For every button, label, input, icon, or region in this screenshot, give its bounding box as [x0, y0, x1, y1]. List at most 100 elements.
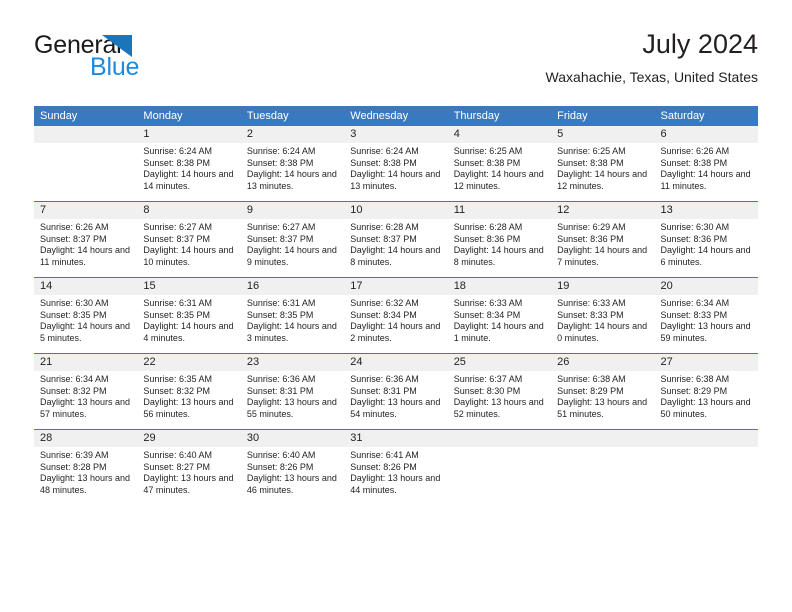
day-number: 17	[344, 278, 448, 295]
calendar-day-cell[interactable]: 19 Sunrise: 6:33 AM Sunset: 8:33 PM Dayligh…	[551, 277, 655, 354]
day-details: Sunrise: 6:36 AM Sunset: 8:31 PM Daylight:…	[241, 371, 344, 420]
sunrise-text: Sunrise: 6:40 AM	[246, 450, 316, 460]
sunset-text: Sunset: 8:28 PM	[40, 461, 107, 472]
calendar-day-cell[interactable]: 17 Sunrise: 6:32 AM Sunset: 8:34 PM Dayligh…	[344, 277, 448, 354]
daylight-text: Daylight: 13 hours and 44 minutes.	[350, 473, 441, 495]
sunrise-text: Sunrise: 6:28 AM	[350, 222, 419, 232]
day-cell-content: 11 Sunrise: 6:28 AM Sunset: 8:36 PM Dayligh…	[447, 202, 552, 277]
day-details: Sunrise: 6:30 AM Sunset: 8:35 PM Daylight:…	[34, 295, 137, 344]
sunrise-text: Sunrise: 6:33 AM	[557, 298, 626, 308]
calendar-day-cell[interactable]: 16 Sunrise: 6:31 AM Sunset: 8:35 PM Dayligh…	[240, 277, 345, 354]
day-number	[447, 430, 552, 447]
calendar-week-row: 1 Sunrise: 6:24 AM Sunset: 8:38 PM Daylight…	[34, 126, 758, 202]
sunset-text: Sunset: 8:35 PM	[40, 309, 107, 320]
day-details: Sunrise: 6:31 AM Sunset: 8:35 PM Daylight:…	[137, 295, 240, 344]
calendar-day-cell[interactable]: 6 Sunrise: 6:26 AM Sunset: 8:38 PM Daylight…	[654, 126, 758, 202]
calendar-day-cell[interactable]: 10 Sunrise: 6:28 AM Sunset: 8:37 PM Dayligh…	[344, 201, 448, 278]
sunset-text: Sunset: 8:26 PM	[350, 461, 417, 472]
calendar-day-cell[interactable]: 31 Sunrise: 6:41 AM Sunset: 8:26 PM Dayligh…	[344, 429, 448, 505]
weekday-header-wednesday: Wednesday	[344, 106, 448, 126]
calendar-day-cell[interactable]: 7 Sunrise: 6:26 AM Sunset: 8:37 PM Daylight…	[34, 201, 138, 278]
sunrise-text: Sunrise: 6:30 AM	[40, 298, 109, 308]
day-cell-content: 9 Sunrise: 6:27 AM Sunset: 8:37 PM Daylight…	[240, 202, 345, 277]
day-details: Sunrise: 6:39 AM Sunset: 8:28 PM Daylight:…	[34, 447, 137, 496]
day-cell-content: 28 Sunrise: 6:39 AM Sunset: 8:28 PM Dayligh…	[34, 430, 138, 505]
daylight-text: Daylight: 14 hours and 11 minutes.	[660, 169, 751, 191]
day-number	[551, 430, 655, 447]
day-number: 2	[240, 126, 345, 143]
calendar-day-cell[interactable]: 1 Sunrise: 6:24 AM Sunset: 8:38 PM Daylight…	[137, 126, 241, 202]
day-details: Sunrise: 6:28 AM Sunset: 8:37 PM Daylight:…	[344, 219, 447, 268]
calendar-day-cell[interactable]: 27 Sunrise: 6:38 AM Sunset: 8:29 PM Dayligh…	[654, 353, 758, 430]
day-cell-content	[447, 430, 552, 505]
day-details: Sunrise: 6:26 AM Sunset: 8:38 PM Daylight:…	[655, 143, 758, 192]
day-details: Sunrise: 6:35 AM Sunset: 8:32 PM Daylight:…	[137, 371, 240, 420]
day-number: 10	[344, 202, 448, 219]
calendar-day-cell	[551, 429, 655, 505]
day-details: Sunrise: 6:38 AM Sunset: 8:29 PM Daylight:…	[655, 371, 758, 420]
calendar-day-cell[interactable]: 12 Sunrise: 6:29 AM Sunset: 8:36 PM Dayligh…	[551, 201, 655, 278]
calendar-day-cell[interactable]: 24 Sunrise: 6:36 AM Sunset: 8:31 PM Dayligh…	[344, 353, 448, 430]
sunset-text: Sunset: 8:27 PM	[143, 461, 210, 472]
weekday-header-saturday: Saturday	[654, 106, 758, 126]
day-cell-content: 30 Sunrise: 6:40 AM Sunset: 8:26 PM Dayligh…	[240, 430, 345, 505]
calendar-day-cell[interactable]: 26 Sunrise: 6:38 AM Sunset: 8:29 PM Dayligh…	[551, 353, 655, 430]
calendar-header-row: Sunday Monday Tuesday Wednesday Thursday…	[34, 106, 758, 126]
calendar-day-cell	[654, 429, 758, 505]
calendar-day-cell[interactable]: 22 Sunrise: 6:35 AM Sunset: 8:32 PM Dayligh…	[137, 353, 241, 430]
brand-name-blue: Blue	[90, 53, 140, 81]
calendar-body: 1 Sunrise: 6:24 AM Sunset: 8:38 PM Daylight…	[34, 126, 758, 505]
sunset-text: Sunset: 8:26 PM	[246, 461, 314, 472]
day-details: Sunrise: 6:31 AM Sunset: 8:35 PM Daylight:…	[241, 295, 344, 344]
brand-logo[interactable]: General Blue	[34, 32, 254, 88]
calendar-day-cell[interactable]: 21 Sunrise: 6:34 AM Sunset: 8:32 PM Dayligh…	[34, 353, 138, 430]
day-details: Sunrise: 6:34 AM Sunset: 8:33 PM Daylight:…	[655, 295, 758, 344]
day-cell-content: 23 Sunrise: 6:36 AM Sunset: 8:31 PM Dayligh…	[240, 354, 345, 429]
day-number: 27	[654, 354, 758, 371]
day-cell-content: 2 Sunrise: 6:24 AM Sunset: 8:38 PM Daylight…	[240, 126, 345, 201]
calendar-day-cell	[447, 429, 552, 505]
calendar-day-cell[interactable]: 14 Sunrise: 6:30 AM Sunset: 8:35 PM Dayligh…	[34, 277, 138, 354]
calendar-page: General Blue July 2024 Waxahachie, Texas…	[0, 0, 792, 612]
sunset-text: Sunset: 8:37 PM	[40, 233, 107, 244]
calendar-day-cell[interactable]: 11 Sunrise: 6:28 AM Sunset: 8:36 PM Dayligh…	[447, 201, 552, 278]
day-cell-content: 29 Sunrise: 6:40 AM Sunset: 8:27 PM Dayligh…	[137, 430, 241, 505]
calendar-day-cell[interactable]: 15 Sunrise: 6:31 AM Sunset: 8:35 PM Dayligh…	[137, 277, 241, 354]
calendar-day-cell[interactable]: 28 Sunrise: 6:39 AM Sunset: 8:28 PM Dayligh…	[34, 429, 138, 505]
day-cell-content: 14 Sunrise: 6:30 AM Sunset: 8:35 PM Dayligh…	[34, 278, 138, 353]
day-cell-content: 12 Sunrise: 6:29 AM Sunset: 8:36 PM Dayligh…	[551, 202, 655, 277]
sunset-text: Sunset: 8:35 PM	[143, 309, 210, 320]
calendar-day-cell[interactable]: 20 Sunrise: 6:34 AM Sunset: 8:33 PM Dayligh…	[654, 277, 758, 354]
sunrise-text: Sunrise: 6:24 AM	[246, 146, 316, 156]
day-cell-content: 1 Sunrise: 6:24 AM Sunset: 8:38 PM Daylight…	[137, 126, 241, 201]
calendar-day-cell[interactable]: 13 Sunrise: 6:30 AM Sunset: 8:36 PM Dayligh…	[654, 201, 758, 278]
daylight-text: Daylight: 13 hours and 56 minutes.	[143, 397, 234, 419]
day-cell-content: 8 Sunrise: 6:27 AM Sunset: 8:37 PM Daylight…	[137, 202, 241, 277]
calendar-day-cell[interactable]: 29 Sunrise: 6:40 AM Sunset: 8:27 PM Dayligh…	[137, 429, 241, 505]
sunset-text: Sunset: 8:35 PM	[246, 309, 314, 320]
calendar-day-cell[interactable]: 9 Sunrise: 6:27 AM Sunset: 8:37 PM Daylight…	[240, 201, 345, 278]
day-number: 31	[344, 430, 448, 447]
calendar-day-cell[interactable]: 23 Sunrise: 6:36 AM Sunset: 8:31 PM Dayligh…	[240, 353, 345, 430]
daylight-text: Daylight: 14 hours and 6 minutes.	[660, 245, 751, 267]
day-cell-content: 24 Sunrise: 6:36 AM Sunset: 8:31 PM Dayligh…	[344, 354, 448, 429]
day-cell-content: 6 Sunrise: 6:26 AM Sunset: 8:38 PM Daylight…	[654, 126, 758, 201]
calendar-day-cell[interactable]: 4 Sunrise: 6:25 AM Sunset: 8:38 PM Daylight…	[447, 126, 552, 202]
calendar-day-cell[interactable]: 18 Sunrise: 6:33 AM Sunset: 8:34 PM Dayligh…	[447, 277, 552, 354]
day-details: Sunrise: 6:36 AM Sunset: 8:31 PM Daylight:…	[344, 371, 447, 420]
calendar-day-cell[interactable]: 8 Sunrise: 6:27 AM Sunset: 8:37 PM Daylight…	[137, 201, 241, 278]
sunset-text: Sunset: 8:31 PM	[246, 385, 314, 396]
calendar-day-cell[interactable]: 2 Sunrise: 6:24 AM Sunset: 8:38 PM Daylight…	[240, 126, 345, 202]
calendar-day-cell[interactable]: 25 Sunrise: 6:37 AM Sunset: 8:30 PM Dayligh…	[447, 353, 552, 430]
calendar-day-cell[interactable]: 5 Sunrise: 6:25 AM Sunset: 8:38 PM Daylight…	[551, 126, 655, 202]
calendar-day-cell[interactable]: 3 Sunrise: 6:24 AM Sunset: 8:38 PM Daylight…	[344, 126, 448, 202]
daylight-text: Daylight: 13 hours and 59 minutes.	[660, 321, 751, 343]
day-cell-content: 31 Sunrise: 6:41 AM Sunset: 8:26 PM Dayligh…	[344, 430, 448, 505]
sunrise-text: Sunrise: 6:36 AM	[350, 374, 419, 384]
daylight-text: Daylight: 13 hours and 54 minutes.	[350, 397, 441, 419]
weekday-header-tuesday: Tuesday	[240, 106, 345, 126]
sunset-text: Sunset: 8:38 PM	[143, 157, 210, 168]
calendar-day-cell[interactable]: 30 Sunrise: 6:40 AM Sunset: 8:26 PM Dayligh…	[240, 429, 345, 505]
sunset-text: Sunset: 8:36 PM	[453, 233, 521, 244]
daylight-text: Daylight: 13 hours and 46 minutes.	[246, 473, 337, 495]
